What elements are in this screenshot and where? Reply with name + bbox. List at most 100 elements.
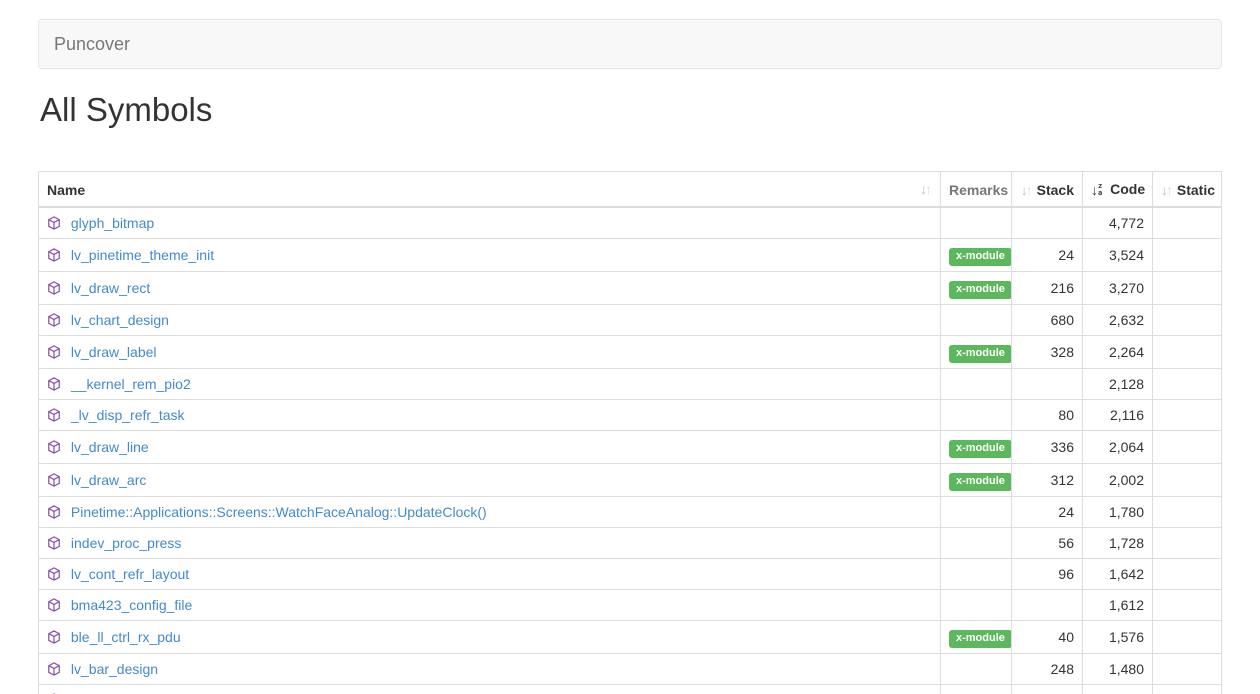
cube-icon: [47, 248, 61, 262]
remarks-cell: [941, 400, 1012, 431]
symbol-link[interactable]: lv_draw_rect: [71, 280, 150, 296]
static-cell: [1153, 305, 1222, 336]
symbol-link[interactable]: _lv_disp_refr_task: [71, 407, 185, 423]
cube-icon: [47, 440, 61, 454]
column-header-code[interactable]: ↓za Code: [1083, 172, 1153, 208]
remarks-cell: [941, 654, 1012, 685]
stack-cell: 88: [1012, 685, 1083, 694]
cube-icon: [47, 377, 61, 391]
remarks-cell: [941, 497, 1012, 528]
code-cell: 4,772: [1083, 207, 1153, 239]
code-cell: 2,002: [1083, 464, 1153, 497]
cube-icon: [47, 567, 61, 581]
cube-icon: [47, 630, 61, 644]
cube-icon: [47, 313, 61, 327]
sort-up-down-icon: ↓↑: [920, 179, 932, 199]
symbol-link[interactable]: bma423_config_file: [71, 597, 192, 613]
stack-cell: 24: [1012, 497, 1083, 528]
symbol-link[interactable]: glyph_bitmap: [71, 215, 154, 231]
symbol-name-cell: Pinetime::Applications::Screens::WatchFa…: [39, 497, 941, 528]
column-header-remarks-label: Remarks: [949, 182, 1008, 198]
table-row: bma423_config_file 1,612: [39, 590, 1222, 621]
sort-up-down-icon: ↓↑: [1161, 182, 1173, 198]
symbol-link[interactable]: lv_draw_arc: [71, 472, 146, 488]
remarks-cell: x-module: [941, 464, 1012, 497]
column-header-name[interactable]: Name ↓↑: [39, 172, 941, 208]
stack-cell: 80: [1012, 400, 1083, 431]
code-cell: 1,728: [1083, 528, 1153, 559]
symbol-link[interactable]: lv_draw_label: [71, 344, 157, 360]
symbol-name-cell: glyph_bitmap: [39, 207, 941, 239]
symbol-link[interactable]: lv_cont_refr_layout: [71, 566, 189, 582]
symbol-link[interactable]: lv_draw_line: [71, 439, 149, 455]
static-cell: [1153, 207, 1222, 239]
table-row: __kernel_rem_pio2 2,128: [39, 369, 1222, 400]
code-cell: 1,480: [1083, 654, 1153, 685]
code-cell: 2,264: [1083, 336, 1153, 369]
cube-icon: [47, 473, 61, 487]
remarks-cell: [941, 369, 1012, 400]
table-row: lv_draw_label x-module 328 2,264: [39, 336, 1222, 369]
table-header-row: Name ↓↑ Remarks ↓↑ Stack ↓za Code ↓↑ Sta…: [39, 172, 1222, 208]
symbol-name-cell: inv_arc_area: [39, 685, 941, 694]
sort-up-down-icon: ↓↑: [1021, 182, 1033, 198]
x-module-badge: x-module: [949, 345, 1012, 363]
symbol-name-cell: lv_draw_rect: [39, 272, 941, 305]
code-cell: 2,632: [1083, 305, 1153, 336]
column-header-static[interactable]: ↓↑ Static: [1153, 172, 1222, 208]
symbol-name-cell: lv_bar_design: [39, 654, 941, 685]
static-cell: [1153, 685, 1222, 694]
code-cell: 3,270: [1083, 272, 1153, 305]
table-row: lv_bar_design 248 1,480: [39, 654, 1222, 685]
stack-cell: [1012, 369, 1083, 400]
navbar: Puncover: [38, 19, 1222, 69]
stack-cell: 24: [1012, 239, 1083, 272]
symbol-link[interactable]: lv_pinetime_theme_init: [71, 247, 214, 263]
static-cell: [1153, 400, 1222, 431]
symbol-link[interactable]: lv_chart_design: [71, 312, 169, 328]
symbol-name-cell: lv_draw_line: [39, 431, 941, 464]
column-header-remarks: Remarks: [941, 172, 1012, 208]
static-cell: [1153, 464, 1222, 497]
static-cell: [1153, 590, 1222, 621]
symbol-link[interactable]: __kernel_rem_pio2: [71, 376, 191, 392]
cube-icon: [47, 345, 61, 359]
static-cell: [1153, 431, 1222, 464]
table-row: lv_pinetime_theme_init x-module 24 3,524: [39, 239, 1222, 272]
remarks-cell: x-module: [941, 239, 1012, 272]
stack-cell: 216: [1012, 272, 1083, 305]
symbol-name-cell: lv_pinetime_theme_init: [39, 239, 941, 272]
stack-cell: 336: [1012, 431, 1083, 464]
stack-cell: 248: [1012, 654, 1083, 685]
code-cell: 2,064: [1083, 431, 1153, 464]
symbol-name-cell: bma423_config_file: [39, 590, 941, 621]
symbol-link[interactable]: lv_bar_design: [71, 661, 158, 677]
symbol-name-cell: ble_ll_ctrl_rx_pdu: [39, 621, 941, 654]
static-cell: [1153, 621, 1222, 654]
symbol-name-cell: indev_proc_press: [39, 528, 941, 559]
column-header-stack[interactable]: ↓↑ Stack: [1012, 172, 1083, 208]
stack-cell: 328: [1012, 336, 1083, 369]
symbol-link[interactable]: Pinetime::Applications::Screens::WatchFa…: [71, 504, 487, 520]
table-row: lv_chart_design 680 2,632: [39, 305, 1222, 336]
symbol-link[interactable]: ble_ll_ctrl_rx_pdu: [71, 629, 181, 645]
remarks-cell: x-module: [941, 431, 1012, 464]
code-cell: 1,612: [1083, 590, 1153, 621]
symbol-name-cell: lv_chart_design: [39, 305, 941, 336]
stack-cell: [1012, 590, 1083, 621]
symbol-link[interactable]: indev_proc_press: [71, 535, 182, 551]
column-header-code-label: Code: [1110, 181, 1145, 197]
table-row: lv_draw_arc x-module 312 2,002: [39, 464, 1222, 497]
navbar-brand[interactable]: Puncover: [39, 19, 145, 69]
x-module-badge: x-module: [949, 440, 1012, 458]
code-cell: 3,524: [1083, 239, 1153, 272]
cube-icon: [47, 536, 61, 550]
table-row: lv_draw_rect x-module 216 3,270: [39, 272, 1222, 305]
cube-icon: [47, 505, 61, 519]
static-cell: [1153, 559, 1222, 590]
table-row: _lv_disp_refr_task 80 2,116: [39, 400, 1222, 431]
static-cell: [1153, 654, 1222, 685]
cube-icon: [47, 408, 61, 422]
remarks-cell: [941, 559, 1012, 590]
column-header-stack-label: Stack: [1037, 182, 1074, 198]
